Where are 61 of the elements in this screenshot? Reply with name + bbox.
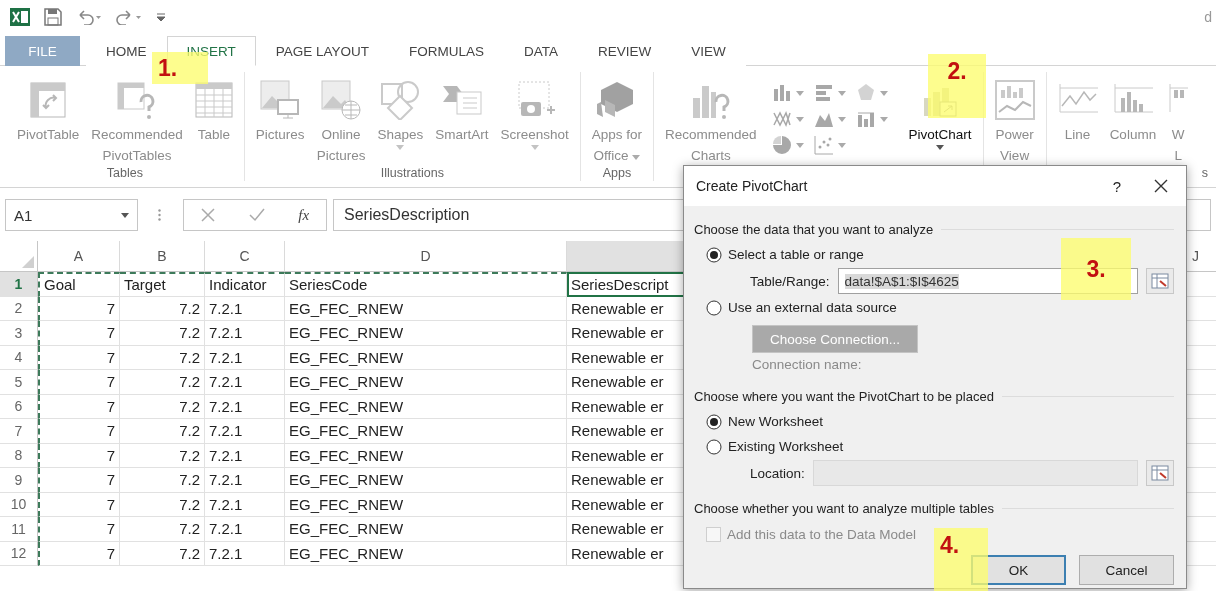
table-cell: EG_FEC_RNEW	[285, 541, 567, 566]
table-cell: 7	[38, 492, 120, 517]
field-label: Table/Range:	[750, 273, 830, 289]
table-cell: 7.2.1	[205, 468, 285, 493]
table-cell: 7	[38, 370, 120, 395]
table-cell: EG_FEC_RNEW	[285, 443, 567, 468]
table-cell: 7.2.1	[205, 321, 285, 346]
table-cell: 7.2.1	[205, 345, 285, 370]
table-cell: 7.2	[120, 419, 205, 444]
table-cell: Indicator	[205, 272, 285, 297]
table-cell: 7.2.1	[205, 541, 285, 566]
table-cell: 7.2.1	[205, 492, 285, 517]
table-cell: EG_FEC_RNEW	[285, 345, 567, 370]
table-cell: 7.2	[120, 296, 205, 321]
table-cell: 7	[38, 321, 120, 346]
table-cell: 7	[38, 296, 120, 321]
field-label: Connection name:	[752, 357, 862, 372]
table-cell: 7	[38, 419, 120, 444]
table-cell: Goal	[38, 272, 120, 297]
section-heading: Choose whether you want to analyze multiple tables	[694, 500, 994, 516]
group-label: Tables	[105, 166, 144, 181]
table-cell: 7	[38, 443, 120, 468]
table-cell: EG_FEC_RNEW	[285, 419, 567, 444]
table-cell: EG_FEC_RNEW	[285, 321, 567, 346]
table-cell: 7	[38, 541, 120, 566]
table-cell: 7.2	[120, 517, 205, 542]
table-cell: 7.2.1	[205, 296, 285, 321]
field-label: Location:	[750, 465, 805, 481]
table-cell: 7.2	[120, 541, 205, 566]
table-cell: 7.2.1	[205, 443, 285, 468]
table-cell: 7.2.1	[205, 419, 285, 444]
section-heading: Choose the data that you want to analyze	[694, 221, 934, 237]
table-cell: 7.2	[120, 394, 205, 419]
table-cell: SeriesCode	[285, 272, 567, 297]
table-cell: EG_FEC_RNEW	[285, 296, 567, 321]
group-label: s	[1200, 166, 1209, 181]
dialog-title: Create PivotChart	[696, 178, 809, 194]
table-cell: EG_FEC_RNEW	[285, 517, 567, 542]
table-cell: 7.2.1	[205, 517, 285, 542]
table-cell: 7.2	[120, 370, 205, 395]
table-cell: 7	[38, 468, 120, 493]
table-cell: 7.2	[120, 468, 205, 493]
table-cell: 7	[38, 394, 120, 419]
table-cell: 7.2.1	[205, 370, 285, 395]
table-cell: 7.2.1	[205, 394, 285, 419]
window-title: d	[1204, 9, 1212, 25]
table-cell: 7	[38, 345, 120, 370]
table-cell: EG_FEC_RNEW	[285, 370, 567, 395]
table-cell: 7.2	[120, 345, 205, 370]
table-cell: 7	[38, 517, 120, 542]
table-cell: EG_FEC_RNEW	[285, 394, 567, 419]
step-number: 2.	[947, 58, 967, 85]
checkbox-label: Add this data to the Data Model	[727, 526, 917, 542]
table-cell: 7.2	[120, 321, 205, 346]
table-cell: EG_FEC_RNEW	[285, 492, 567, 517]
group-label: Illustrations	[379, 166, 445, 181]
table-cell: Target	[120, 272, 205, 297]
group-label: Apps	[601, 166, 633, 181]
table-cell: EG_FEC_RNEW	[285, 468, 567, 493]
table-cell: 7.2	[120, 492, 205, 517]
table-cell: 7.2	[120, 443, 205, 468]
